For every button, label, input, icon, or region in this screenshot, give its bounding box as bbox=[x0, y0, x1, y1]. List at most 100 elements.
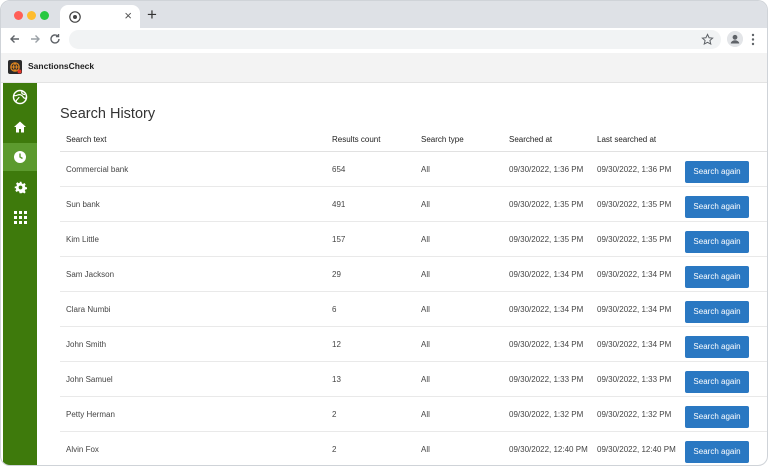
cell-actions: Search again bbox=[679, 431, 767, 465]
cell-last-searched-at: 09/30/2022, 1:34 PM bbox=[591, 291, 679, 327]
sidebar-item-settings[interactable] bbox=[3, 173, 37, 201]
gear-icon bbox=[14, 181, 27, 193]
cell-results-count: 29 bbox=[326, 256, 415, 292]
cell-actions: Search again bbox=[679, 396, 767, 432]
search-again-button[interactable]: Search again bbox=[685, 441, 749, 463]
cell-search-type: All bbox=[415, 396, 503, 432]
close-window-button[interactable] bbox=[14, 11, 23, 20]
search-again-button[interactable]: Search again bbox=[685, 196, 749, 218]
cell-actions: Search again bbox=[679, 361, 767, 397]
app-logo-icon bbox=[8, 60, 22, 74]
globe-icon bbox=[12, 89, 28, 105]
cell-results-count: 654 bbox=[326, 151, 415, 187]
new-tab-button[interactable]: + bbox=[147, 6, 157, 24]
cell-search-text: Commercial bank bbox=[60, 151, 326, 187]
cell-search-type: All bbox=[415, 151, 503, 187]
cell-last-searched-at: 09/30/2022, 1:34 PM bbox=[591, 326, 679, 362]
cell-results-count: 6 bbox=[326, 291, 415, 327]
minimize-window-button[interactable] bbox=[27, 11, 36, 20]
browser-tab[interactable]: × bbox=[60, 5, 140, 28]
column-header-actions bbox=[679, 128, 767, 152]
search-again-button[interactable]: Search again bbox=[685, 161, 749, 183]
cell-searched-at: 09/30/2022, 12:40 PM bbox=[503, 431, 591, 465]
maximize-window-button[interactable] bbox=[40, 11, 49, 20]
cell-search-text: Petty Herman bbox=[60, 396, 326, 432]
search-history-table: Search text Results count Search type Se… bbox=[60, 128, 767, 465]
page-title: Search History bbox=[60, 106, 156, 122]
cell-search-text: John Smith bbox=[60, 326, 326, 362]
column-header-results-count: Results count bbox=[326, 128, 415, 152]
search-again-button[interactable]: Search again bbox=[685, 406, 749, 428]
cell-search-text: Alvin Fox bbox=[60, 431, 326, 465]
reload-icon[interactable] bbox=[48, 32, 62, 46]
cell-last-searched-at: 09/30/2022, 12:40 PM bbox=[591, 431, 679, 465]
table-row: Commercial bank 654 All 09/30/2022, 1:36… bbox=[60, 151, 767, 187]
browser-toolbar bbox=[1, 28, 767, 51]
table-row: Alvin Fox 2 All 09/30/2022, 12:40 PM 09/… bbox=[60, 431, 767, 465]
search-again-button[interactable]: Search again bbox=[685, 231, 749, 253]
table-row: Clara Numbi 6 All 09/30/2022, 1:34 PM 09… bbox=[60, 291, 767, 327]
apps-grid-icon bbox=[13, 210, 27, 224]
cell-results-count: 12 bbox=[326, 326, 415, 362]
cell-searched-at: 09/30/2022, 1:34 PM bbox=[503, 326, 591, 362]
cell-last-searched-at: 09/30/2022, 1:34 PM bbox=[591, 256, 679, 292]
cell-last-searched-at: 09/30/2022, 1:36 PM bbox=[591, 151, 679, 187]
cell-searched-at: 09/30/2022, 1:34 PM bbox=[503, 291, 591, 327]
sidebar-item-history[interactable] bbox=[3, 143, 37, 171]
table-row: Sun bank 491 All 09/30/2022, 1:35 PM 09/… bbox=[60, 186, 767, 222]
cell-results-count: 2 bbox=[326, 431, 415, 465]
search-again-button[interactable]: Search again bbox=[685, 301, 749, 323]
cell-search-text: Kim Little bbox=[60, 221, 326, 257]
cell-search-text: Sun bank bbox=[60, 186, 326, 222]
search-again-button[interactable]: Search again bbox=[685, 371, 749, 393]
tab-close-icon[interactable]: × bbox=[124, 8, 132, 24]
clock-icon bbox=[14, 151, 26, 163]
browser-menu-icon[interactable] bbox=[751, 33, 755, 46]
forward-arrow-icon[interactable] bbox=[28, 32, 42, 46]
cell-search-type: All bbox=[415, 361, 503, 397]
cell-searched-at: 09/30/2022, 1:33 PM bbox=[503, 361, 591, 397]
cell-results-count: 157 bbox=[326, 221, 415, 257]
sidebar-item-globe[interactable] bbox=[3, 83, 37, 111]
address-bar[interactable] bbox=[69, 30, 721, 49]
home-icon bbox=[14, 121, 26, 133]
bookmark-star-icon[interactable] bbox=[701, 33, 714, 46]
cell-search-type: All bbox=[415, 256, 503, 292]
cell-search-type: All bbox=[415, 431, 503, 465]
browser-window: × + SanctionsCheck Search History Search… bbox=[0, 0, 768, 466]
sidebar-item-apps[interactable] bbox=[3, 203, 37, 231]
sidebar bbox=[3, 83, 37, 465]
cell-last-searched-at: 09/30/2022, 1:33 PM bbox=[591, 361, 679, 397]
cell-search-text: John Samuel bbox=[60, 361, 326, 397]
app-name: SanctionsCheck bbox=[28, 61, 95, 71]
cell-actions: Search again bbox=[679, 256, 767, 292]
table-row: Petty Herman 2 All 09/30/2022, 1:32 PM 0… bbox=[60, 396, 767, 432]
table-row: John Samuel 13 All 09/30/2022, 1:33 PM 0… bbox=[60, 361, 767, 397]
cell-actions: Search again bbox=[679, 221, 767, 257]
search-again-button[interactable]: Search again bbox=[685, 336, 749, 358]
table-row: Sam Jackson 29 All 09/30/2022, 1:34 PM 0… bbox=[60, 256, 767, 292]
cell-actions: Search again bbox=[679, 326, 767, 362]
profile-avatar-icon[interactable] bbox=[727, 31, 743, 47]
cell-search-type: All bbox=[415, 221, 503, 257]
cell-search-text: Clara Numbi bbox=[60, 291, 326, 327]
table-row: John Smith 12 All 09/30/2022, 1:34 PM 09… bbox=[60, 326, 767, 362]
cell-actions: Search again bbox=[679, 291, 767, 327]
search-again-button[interactable]: Search again bbox=[685, 266, 749, 288]
cell-search-text: Sam Jackson bbox=[60, 256, 326, 292]
table-row: Kim Little 157 All 09/30/2022, 1:35 PM 0… bbox=[60, 221, 767, 257]
table-header-row: Search text Results count Search type Se… bbox=[60, 128, 767, 152]
tab-strip: × + bbox=[1, 1, 767, 28]
back-arrow-icon[interactable] bbox=[8, 32, 22, 46]
cell-results-count: 13 bbox=[326, 361, 415, 397]
cell-search-type: All bbox=[415, 326, 503, 362]
sidebar-item-home[interactable] bbox=[3, 113, 37, 141]
cell-searched-at: 09/30/2022, 1:36 PM bbox=[503, 151, 591, 187]
column-header-search-text: Search text bbox=[60, 128, 326, 152]
cell-results-count: 2 bbox=[326, 396, 415, 432]
cell-searched-at: 09/30/2022, 1:35 PM bbox=[503, 221, 591, 257]
app-header: SanctionsCheck bbox=[1, 53, 767, 83]
cell-searched-at: 09/30/2022, 1:34 PM bbox=[503, 256, 591, 292]
cell-searched-at: 09/30/2022, 1:35 PM bbox=[503, 186, 591, 222]
column-header-last-searched-at: Last searched at bbox=[591, 128, 679, 152]
